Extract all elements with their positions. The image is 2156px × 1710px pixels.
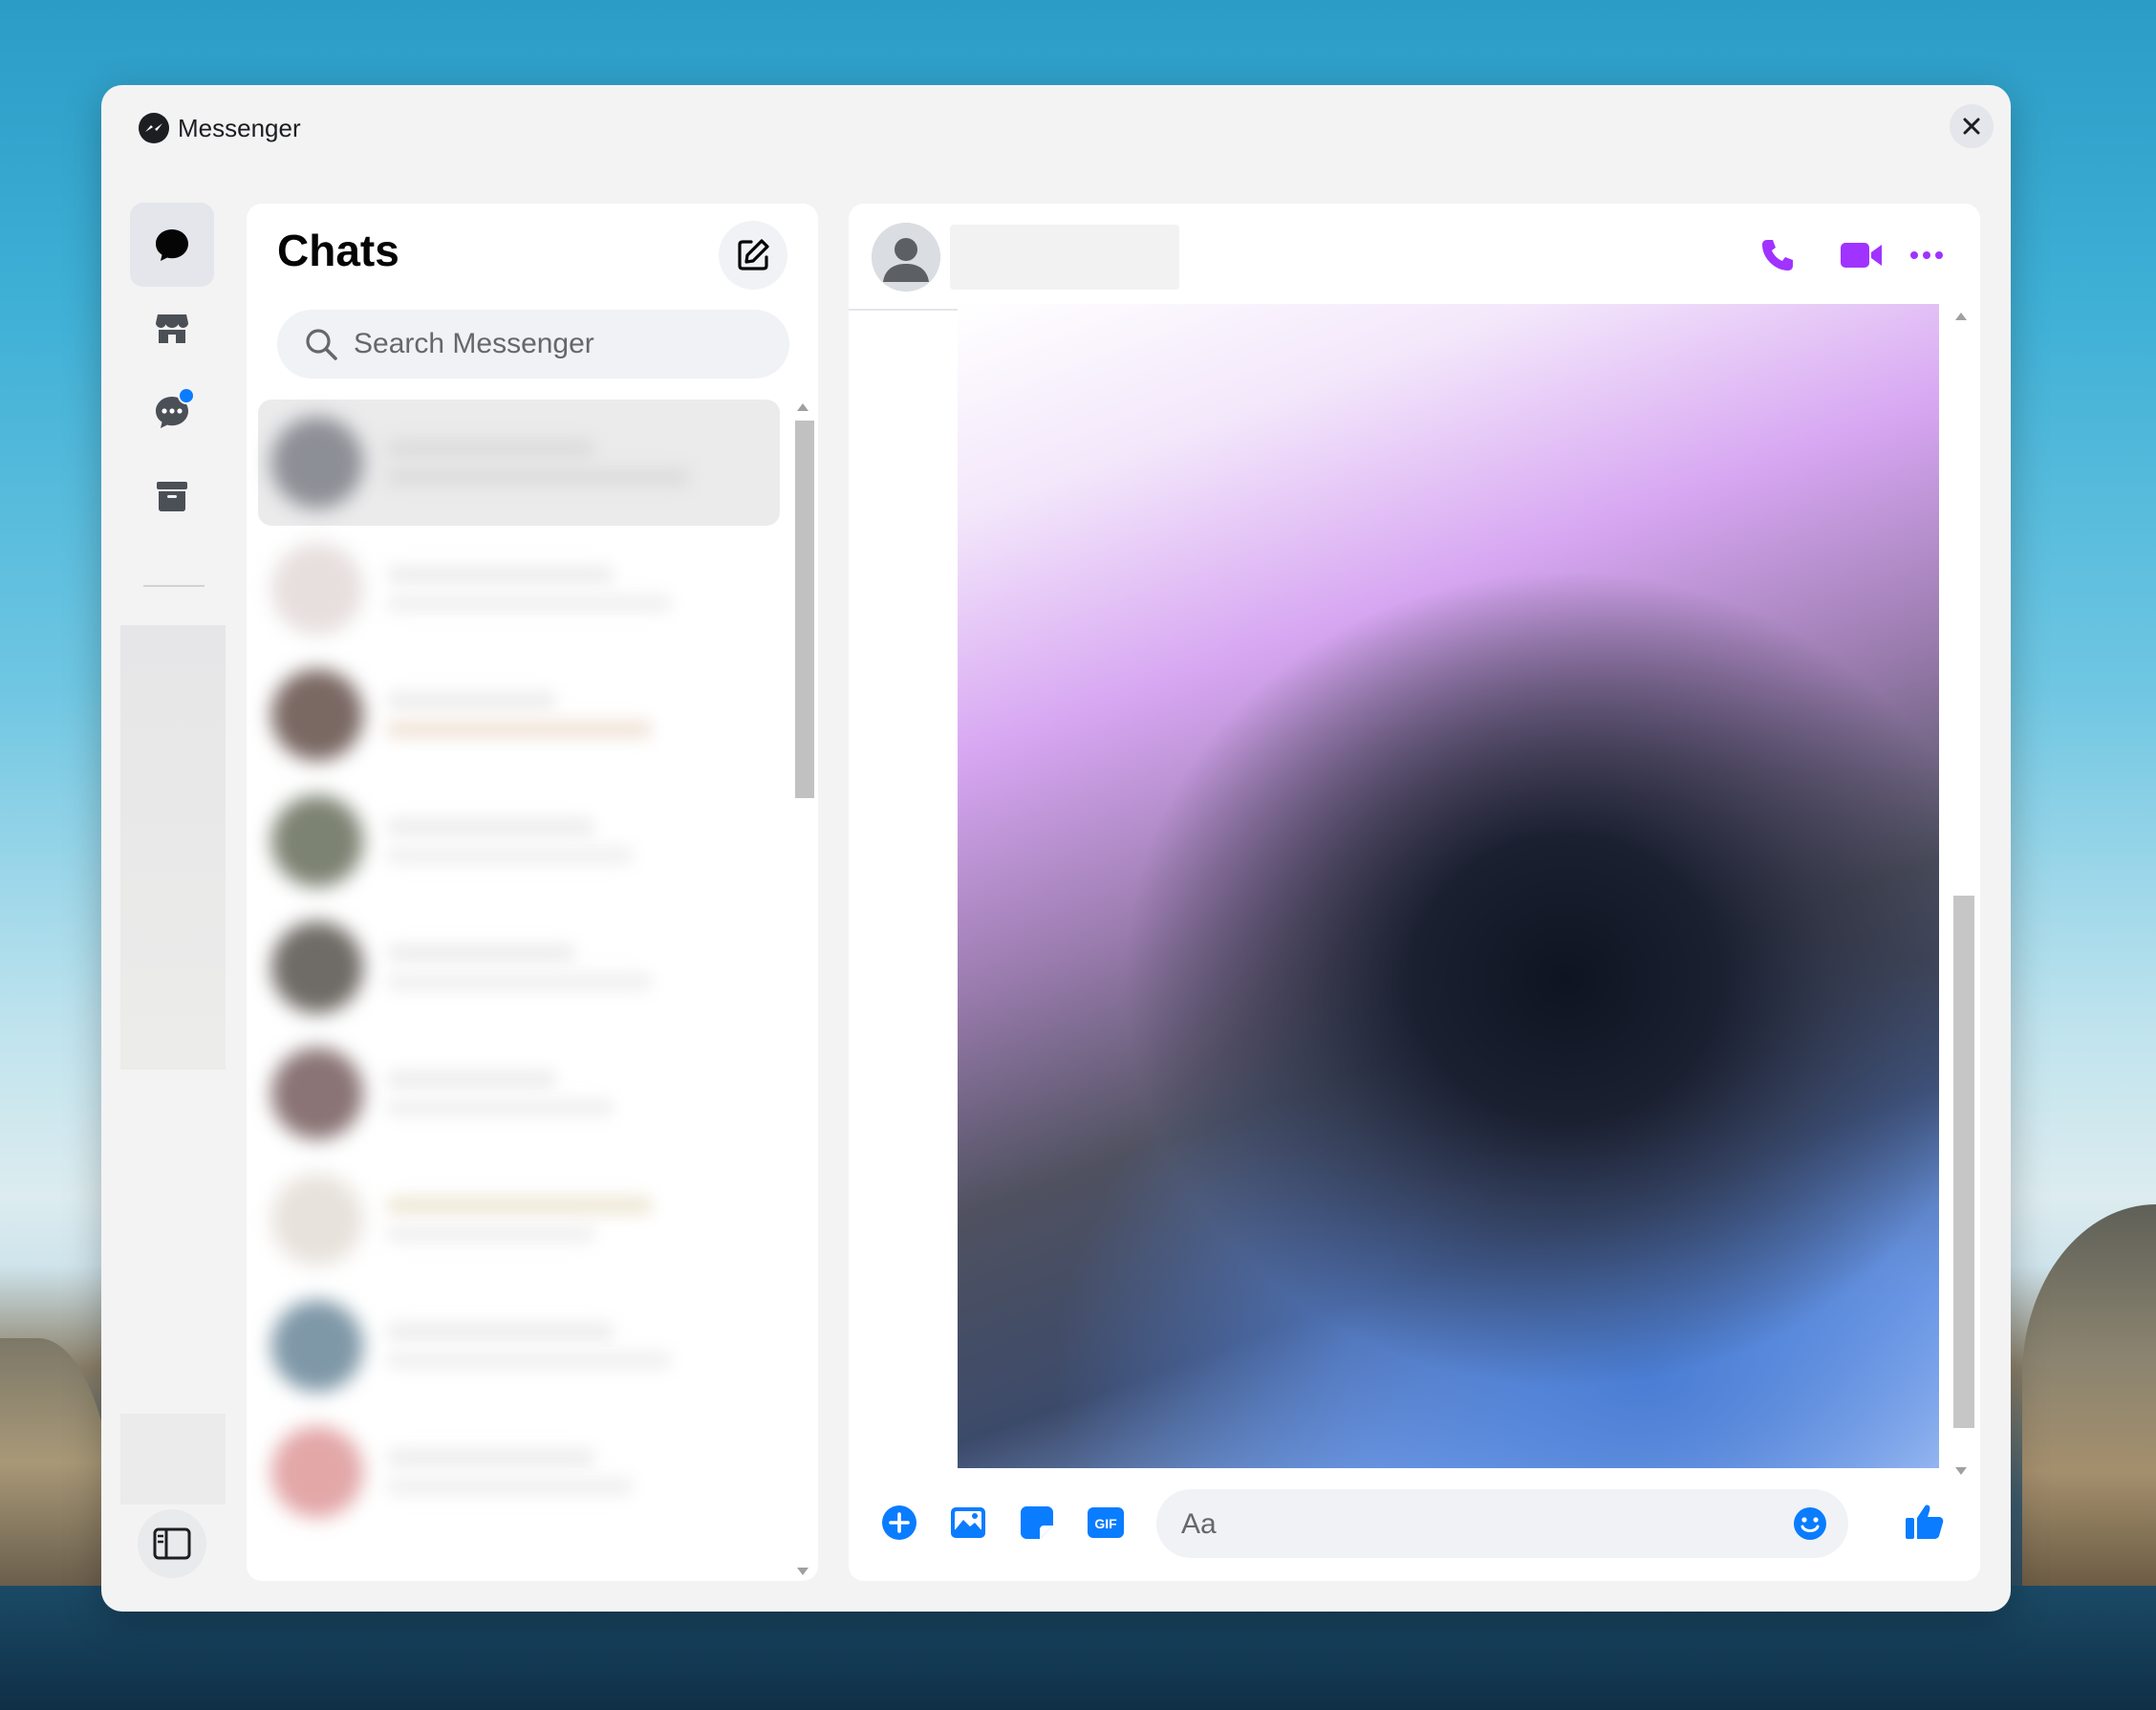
list-item[interactable] <box>258 652 780 778</box>
emoji-icon <box>1794 1507 1826 1540</box>
close-icon <box>1963 118 1980 135</box>
store-icon <box>156 314 188 343</box>
scroll-down-arrow[interactable] <box>797 1568 808 1575</box>
notification-dot <box>178 387 195 404</box>
default-avatar-icon <box>872 223 940 292</box>
scrollbar-thumb[interactable] <box>795 421 814 798</box>
chat-list <box>258 400 780 1581</box>
list-item[interactable] <box>258 778 780 904</box>
list-item[interactable] <box>258 400 780 526</box>
contact-name-redacted[interactable] <box>950 225 1179 290</box>
avatar <box>271 921 363 1013</box>
avatar <box>271 417 363 509</box>
archive-icon <box>157 482 187 511</box>
compose-icon <box>738 239 769 271</box>
window-title: Messenger <box>178 114 301 142</box>
message-input-wrapper[interactable] <box>1156 1489 1848 1560</box>
sticker-button[interactable] <box>1011 1497 1063 1548</box>
background-hill <box>0 1338 115 1587</box>
avatar <box>271 1426 363 1518</box>
chat-list-scrollbar[interactable] <box>793 400 816 1581</box>
messenger-logo-icon <box>138 112 170 144</box>
sidebar-toggle-icon <box>153 1527 191 1560</box>
chats-title: Chats <box>277 226 399 275</box>
close-button[interactable] <box>1950 104 1994 148</box>
rail-divider <box>143 585 205 587</box>
message-input[interactable] <box>1179 1489 1776 1560</box>
more-actions-button[interactable] <box>873 1497 925 1548</box>
avatar <box>271 543 363 635</box>
toggle-sidebar-button[interactable] <box>138 1509 206 1578</box>
phone-icon <box>1762 240 1793 271</box>
conversation-scrollbar[interactable] <box>1951 309 1974 1475</box>
conversation-header <box>849 204 1980 309</box>
list-item[interactable] <box>258 1157 780 1283</box>
message-media-image[interactable] <box>958 304 1939 1468</box>
list-item[interactable] <box>258 1030 780 1157</box>
list-item[interactable] <box>258 1283 780 1409</box>
plus-icon <box>882 1505 916 1540</box>
gif-icon: GIF <box>1088 1507 1124 1538</box>
avatar <box>271 1174 363 1266</box>
chat-bubble-icon <box>156 229 188 261</box>
video-camera-icon <box>1841 243 1882 268</box>
search-icon <box>304 327 338 361</box>
video-call-button[interactable] <box>1831 225 1892 286</box>
scrollbar-thumb[interactable] <box>1953 896 1974 1428</box>
gif-button[interactable]: GIF <box>1080 1497 1132 1548</box>
rail-blurred-content <box>120 1414 226 1504</box>
attach-photo-button[interactable] <box>942 1497 994 1548</box>
thumbs-up-icon <box>1906 1504 1944 1539</box>
avatar <box>271 1300 363 1392</box>
conversation-panel: GIF <box>849 204 1980 1581</box>
rail-item-marketplace[interactable] <box>130 286 214 370</box>
new-message-button[interactable] <box>719 221 787 290</box>
sticker-icon <box>1021 1506 1053 1539</box>
rail-item-message-requests[interactable] <box>130 370 214 454</box>
scroll-up-arrow[interactable] <box>1955 313 1967 320</box>
more-options-button[interactable] <box>1896 225 1957 286</box>
audio-call-button[interactable] <box>1747 225 1808 286</box>
rail-blurred-content <box>120 625 226 1070</box>
list-item[interactable] <box>258 526 780 652</box>
rail-item-chats[interactable] <box>130 203 214 287</box>
list-item[interactable] <box>258 1409 780 1535</box>
emoji-button[interactable] <box>1785 1499 1835 1548</box>
photo-icon <box>951 1507 985 1538</box>
scroll-down-arrow[interactable] <box>1955 1467 1967 1475</box>
list-item[interactable] <box>258 904 780 1030</box>
avatar <box>271 1048 363 1139</box>
messenger-window: Messenger Chats Search Messenger GIF Aa <box>101 85 2011 1612</box>
chats-panel: Chats <box>247 204 818 1581</box>
svg-text:GIF: GIF <box>1094 1516 1117 1531</box>
header-divider <box>849 309 958 311</box>
send-like-button[interactable] <box>1896 1493 1953 1550</box>
search-box[interactable] <box>277 310 789 379</box>
more-dots-icon <box>1910 251 1943 259</box>
message-composer: GIF <box>849 1476 1980 1581</box>
background-hill <box>2022 1204 2156 1587</box>
rail-item-archived[interactable] <box>130 454 214 538</box>
scroll-up-arrow[interactable] <box>797 403 808 411</box>
avatar <box>271 795 363 887</box>
avatar <box>271 669 363 761</box>
search-input[interactable] <box>352 327 766 361</box>
avatar[interactable] <box>872 223 940 292</box>
